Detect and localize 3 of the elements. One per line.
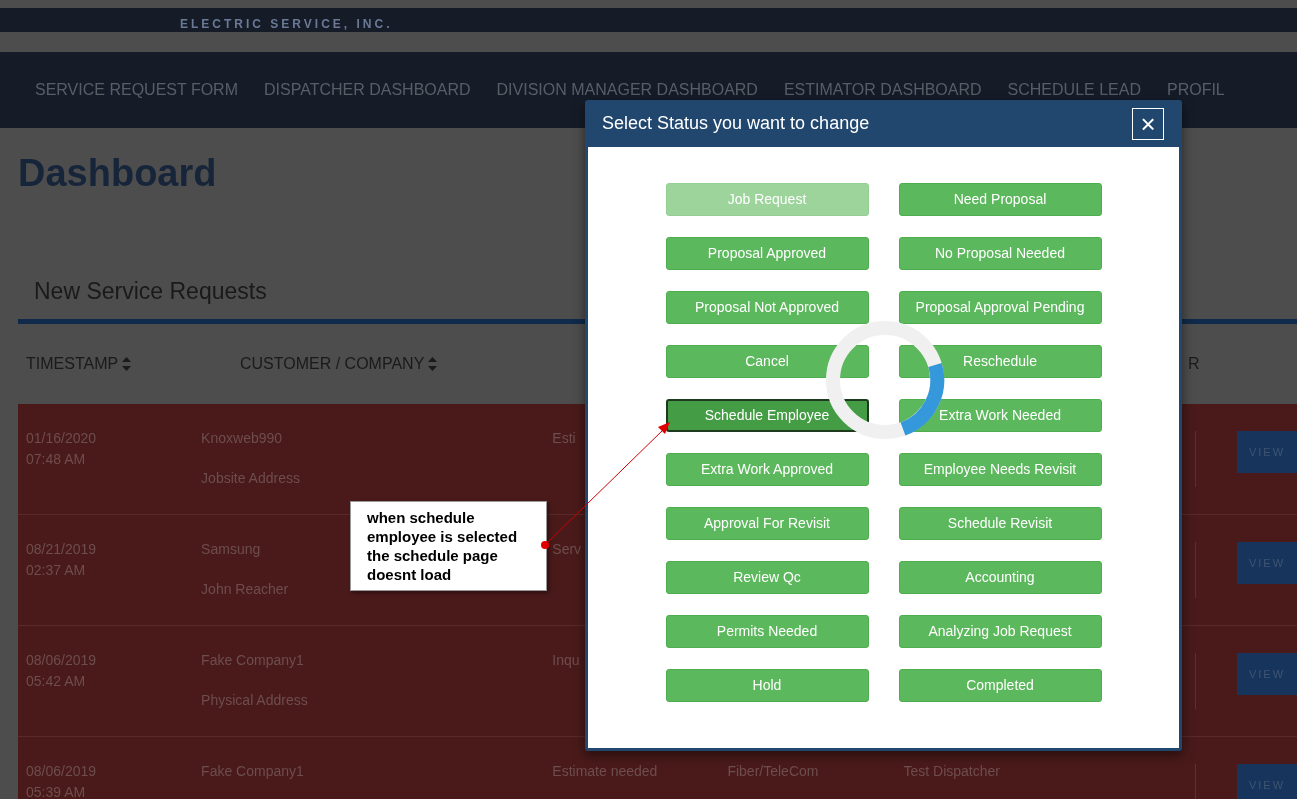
logo-text: ELECTRIC SERVICE, INC. (180, 18, 393, 32)
modal-title: Select Status you want to change (602, 112, 870, 135)
annotation-text: when schedule employee is selected the schedule page doesnt load (367, 508, 519, 584)
